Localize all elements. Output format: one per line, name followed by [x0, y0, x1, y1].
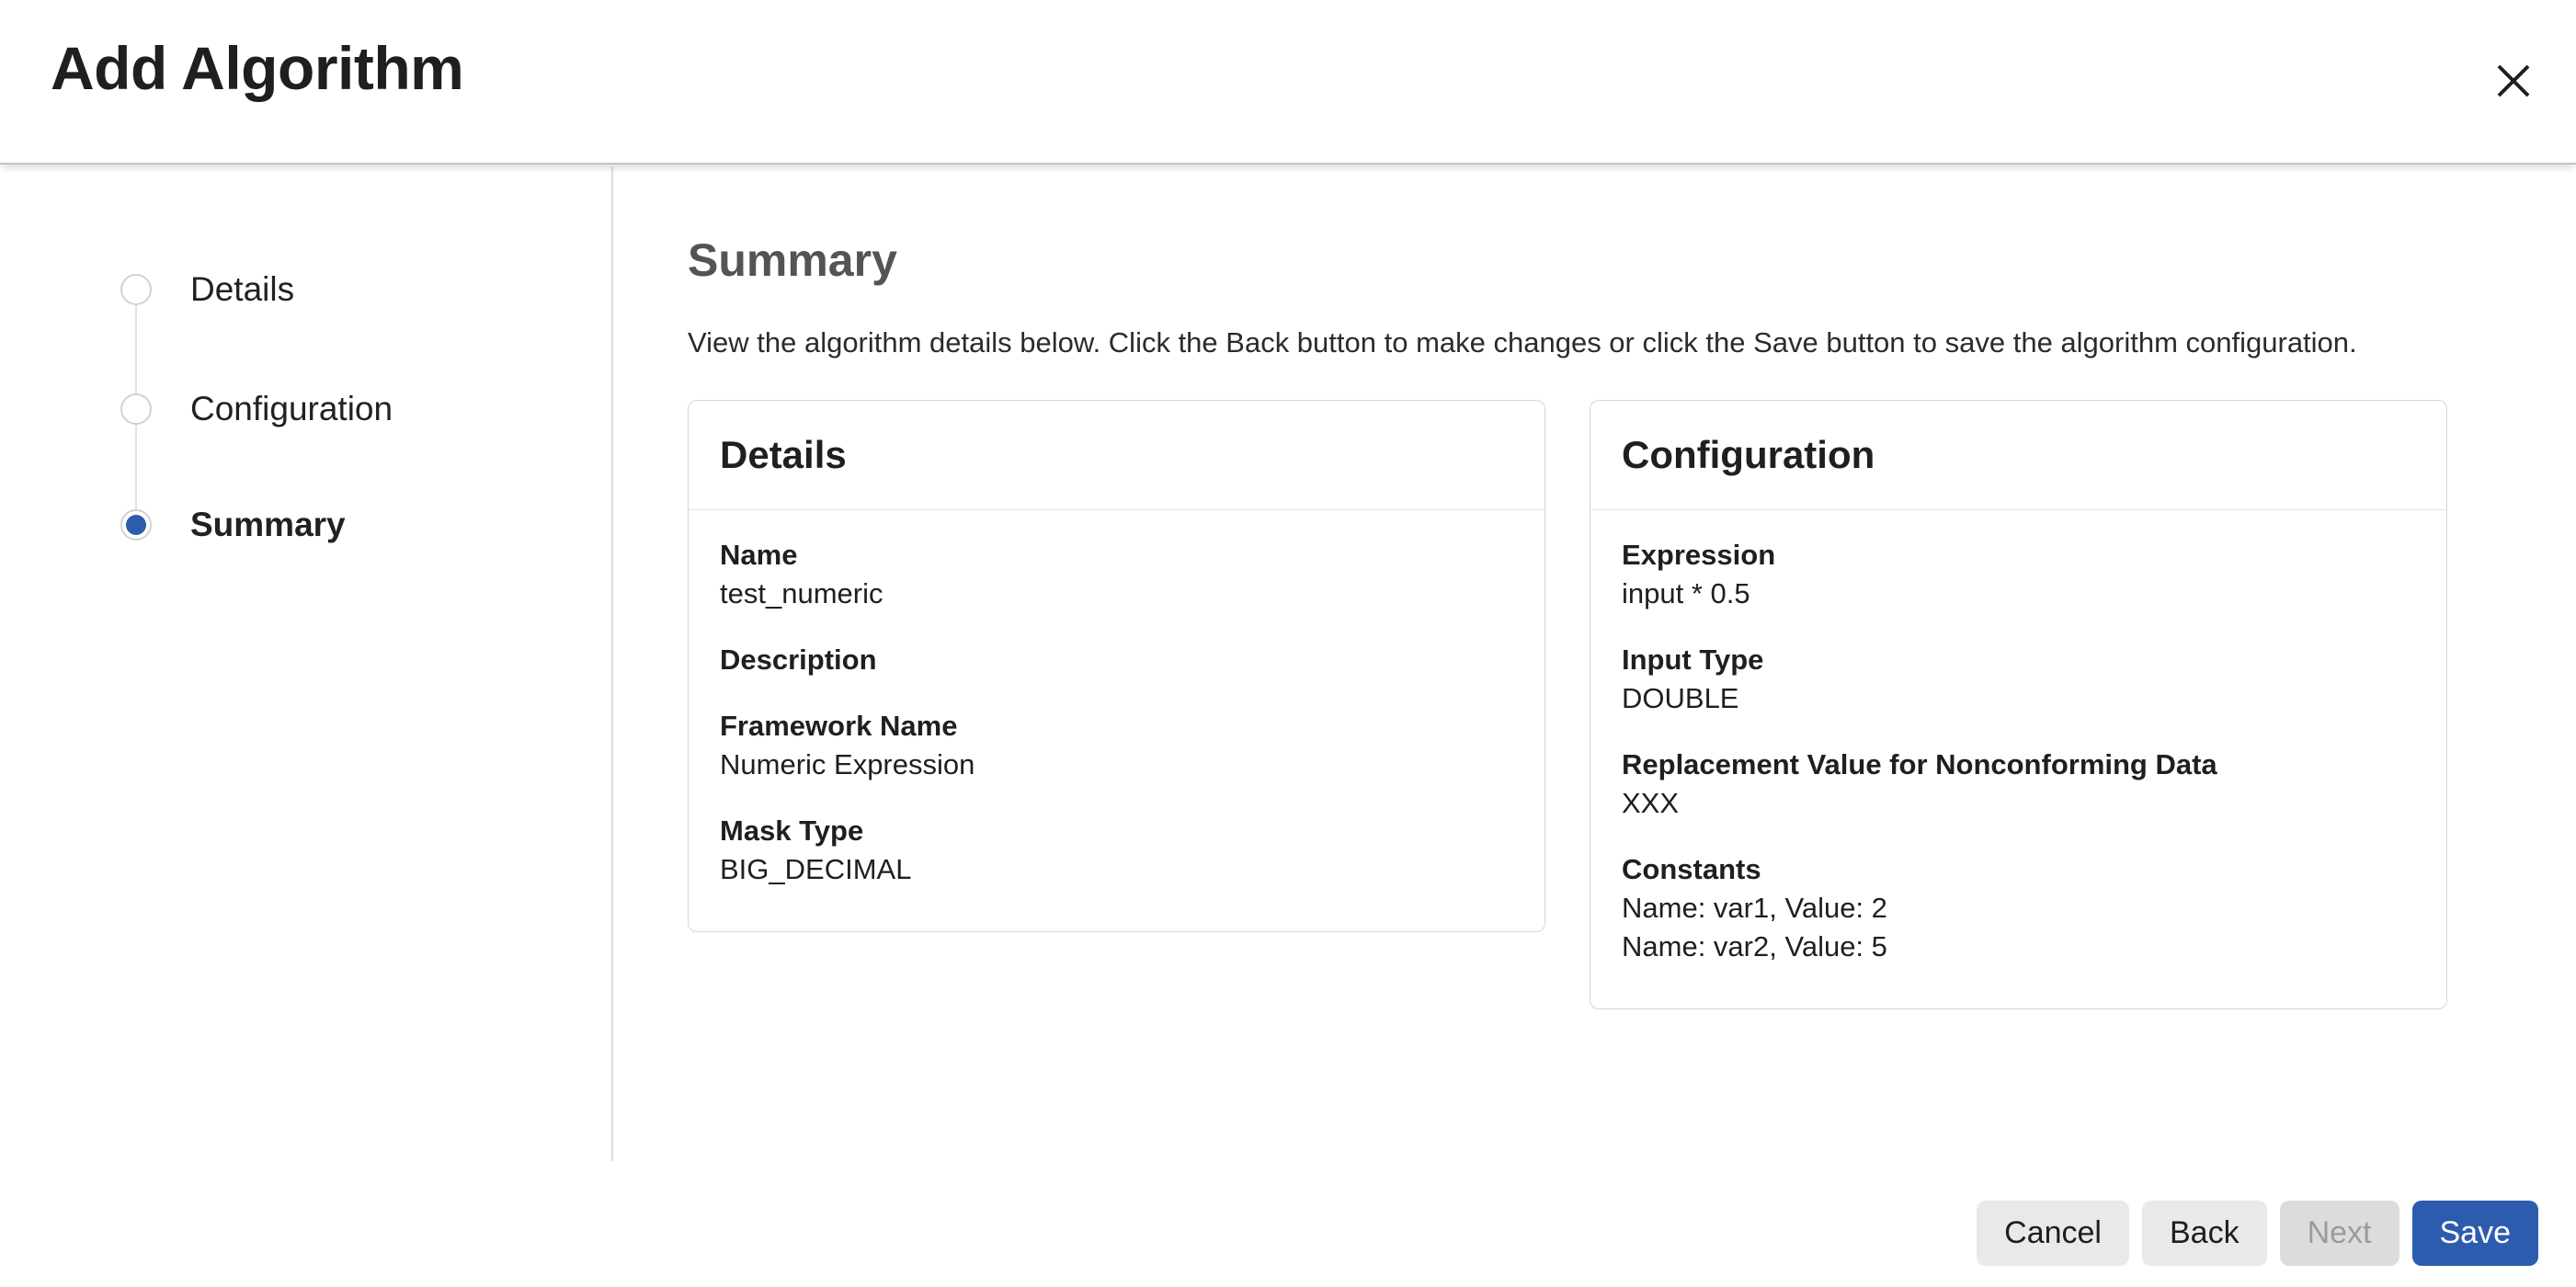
field-group-description: Description: [720, 641, 1513, 679]
field-group-expression: Expression input * 0.5: [1622, 536, 2415, 613]
step-label: Details: [190, 274, 294, 305]
summary-description: View the algorithm details below. Click …: [688, 325, 2451, 361]
details-card: Details Name test_numeric Description Fr…: [688, 400, 1545, 932]
field-label: Expression: [1622, 536, 2415, 575]
modal-title: Add Algorithm: [51, 33, 463, 103]
details-card-body: Name test_numeric Description Framework …: [689, 510, 1544, 931]
step-circle-summary: [120, 509, 152, 541]
stepper-sidebar: Details Configuration Summary: [0, 166, 613, 1161]
step-label: Configuration: [190, 393, 393, 425]
card-title: Configuration: [1622, 436, 2415, 474]
stepper-item-configuration[interactable]: Configuration: [120, 393, 393, 425]
field-value: BIG_DECIMAL: [720, 850, 1513, 889]
step-circle-configuration: [120, 393, 152, 425]
close-button[interactable]: [2477, 44, 2550, 118]
field-label: Mask Type: [720, 812, 1513, 850]
cancel-button[interactable]: Cancel: [1977, 1201, 2129, 1266]
configuration-card-header: Configuration: [1590, 401, 2446, 510]
configuration-card: Configuration Expression input * 0.5 Inp…: [1590, 400, 2447, 1009]
next-button[interactable]: Next: [2280, 1201, 2399, 1266]
field-value: input * 0.5: [1622, 575, 2415, 613]
stepper-item-details[interactable]: Details: [120, 274, 294, 305]
field-value: XXX: [1622, 784, 2415, 823]
configuration-card-body: Expression input * 0.5 Input Type DOUBLE…: [1590, 510, 2446, 1008]
card-title: Details: [720, 436, 1513, 474]
field-label: Description: [720, 641, 1513, 679]
field-value: Numeric Expression: [720, 746, 1513, 784]
field-label: Constants: [1622, 850, 2415, 889]
field-value: Name: var2, Value: 5: [1622, 928, 2415, 966]
field-value: test_numeric: [720, 575, 1513, 613]
stepper-item-summary[interactable]: Summary: [120, 509, 346, 541]
close-icon: [2492, 60, 2535, 102]
summary-heading: Summary: [688, 234, 2451, 286]
field-group-framework-name: Framework Name Numeric Expression: [720, 707, 1513, 784]
field-group-input-type: Input Type DOUBLE: [1622, 641, 2415, 718]
summary-panel: Summary View the algorithm details below…: [615, 166, 2576, 1287]
field-label: Framework Name: [720, 707, 1513, 746]
field-group-constants: Constants Name: var1, Value: 2 Name: var…: [1622, 850, 2415, 966]
field-label: Name: [720, 536, 1513, 575]
wizard-stepper: Details Configuration Summary: [0, 166, 611, 1161]
footer-actions: Cancel Back Next Save: [1977, 1201, 2538, 1266]
field-label: Replacement Value for Nonconforming Data: [1622, 746, 2415, 784]
step-label: Summary: [190, 509, 346, 541]
save-button[interactable]: Save: [2412, 1201, 2539, 1266]
field-value: Name: var1, Value: 2: [1622, 889, 2415, 928]
field-value: DOUBLE: [1622, 679, 2415, 718]
field-group-replacement-value: Replacement Value for Nonconforming Data…: [1622, 746, 2415, 823]
step-circle-details: [120, 274, 152, 305]
field-label: Input Type: [1622, 641, 2415, 679]
field-group-mask-type: Mask Type BIG_DECIMAL: [720, 812, 1513, 889]
field-group-name: Name test_numeric: [720, 536, 1513, 613]
summary-cards-row: Details Name test_numeric Description Fr…: [688, 400, 2451, 1009]
step-active-dot: [126, 515, 146, 535]
details-card-header: Details: [689, 401, 1544, 510]
back-button[interactable]: Back: [2142, 1201, 2267, 1266]
modal-header: Add Algorithm: [0, 0, 2576, 165]
